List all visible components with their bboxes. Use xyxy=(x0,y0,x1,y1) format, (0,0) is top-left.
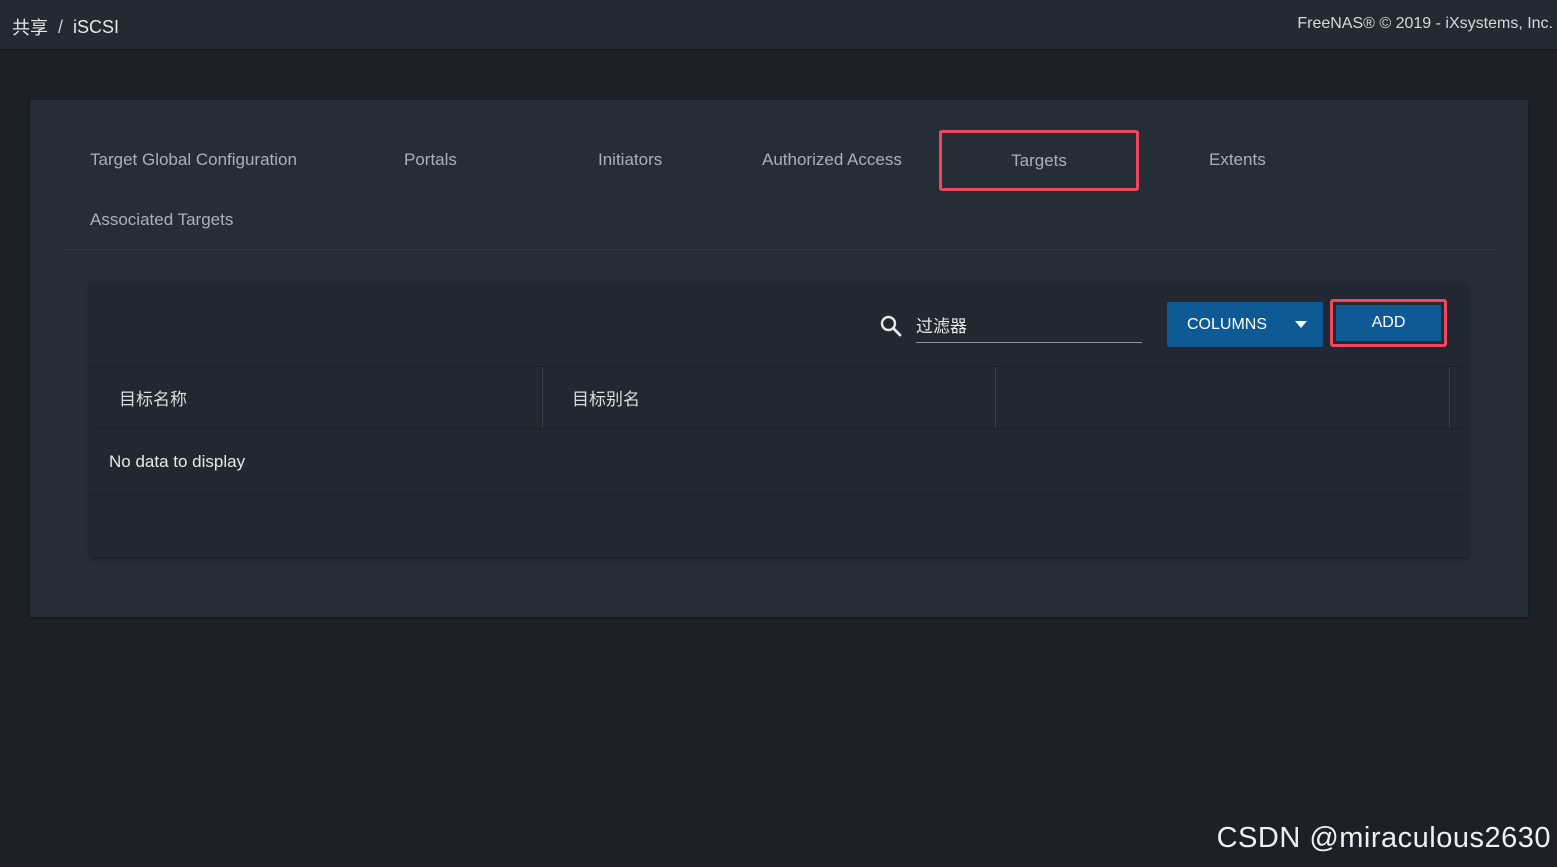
filter-input[interactable] xyxy=(916,312,1142,343)
table-header-row: 目标名称 目标别名 xyxy=(90,367,1468,429)
add-button-label: ADD xyxy=(1371,314,1406,331)
top-bar: 共享 / iSCSI FreeNAS® © 2019 - iXsystems, … xyxy=(0,0,1557,50)
breadcrumb-separator: / xyxy=(58,16,64,37)
tabs-divider xyxy=(64,249,1496,250)
columns-button-label: COLUMNS xyxy=(1187,315,1268,333)
tab-associated-targets[interactable]: Associated Targets xyxy=(90,210,233,230)
columns-button[interactable]: COLUMNS xyxy=(1167,302,1323,347)
caret-down-icon xyxy=(1295,321,1307,328)
copyright-text: FreeNAS® © 2019 - iXsystems, Inc. xyxy=(1297,15,1553,32)
tab-authorized-access[interactable]: Authorized Access xyxy=(762,150,902,170)
iscsi-card: Target Global Configuration Portals Init… xyxy=(30,100,1528,617)
add-button-highlight: ADD xyxy=(1330,299,1447,347)
tab-initiators[interactable]: Initiators xyxy=(598,150,662,170)
empty-message-row: No data to display xyxy=(90,429,1468,495)
column-header-target-alias[interactable]: 目标别名 xyxy=(543,367,996,428)
targets-table-panel: COLUMNS ADD 目标名称 目标别名 No data to display xyxy=(90,282,1468,557)
breadcrumb-current: iSCSI xyxy=(73,16,120,37)
empty-message: No data to display xyxy=(109,451,246,471)
table-toolbar: COLUMNS ADD xyxy=(90,282,1468,367)
column-header-actions xyxy=(996,367,1450,428)
breadcrumb-parent[interactable]: 共享 xyxy=(12,14,48,40)
breadcrumb: 共享 / iSCSI xyxy=(12,14,119,40)
tab-targets-label: Targets xyxy=(1011,150,1067,170)
tab-target-global-configuration[interactable]: Target Global Configuration xyxy=(90,150,297,170)
add-button[interactable]: ADD xyxy=(1336,305,1441,341)
tab-targets[interactable]: Targets xyxy=(939,130,1139,191)
column-header-target-name[interactable]: 目标名称 xyxy=(90,367,543,428)
tab-portals[interactable]: Portals xyxy=(404,150,457,170)
watermark-text: CSDN @miraculous2630 xyxy=(1216,822,1551,854)
tab-extents[interactable]: Extents xyxy=(1209,150,1266,170)
table-footer xyxy=(90,496,1468,557)
search-icon xyxy=(880,315,902,337)
